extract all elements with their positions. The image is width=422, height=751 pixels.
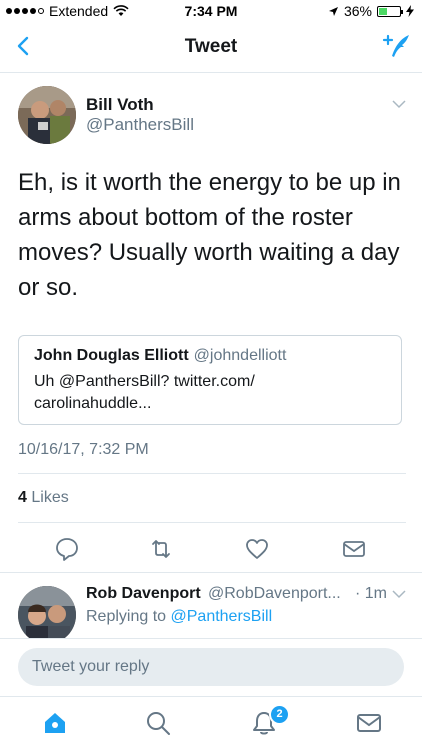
tweet-timestamp: 10/16/17, 7:32 PM xyxy=(18,441,149,458)
battery-icon xyxy=(377,5,403,17)
search-icon[interactable] xyxy=(144,709,172,737)
notifications-badge: 2 xyxy=(269,704,290,725)
retweet-icon[interactable] xyxy=(148,536,174,562)
divider xyxy=(18,473,406,474)
reply-time: · 1m xyxy=(355,585,387,602)
reply-author-avatar[interactable] xyxy=(18,586,76,644)
page-title: Tweet xyxy=(184,36,238,57)
divider xyxy=(18,522,406,523)
author-avatar[interactable] xyxy=(18,86,76,144)
replying-prefix: Replying to xyxy=(86,608,167,625)
likes-count-link[interactable]: 4 Likes xyxy=(18,489,69,507)
chevron-down-icon[interactable] xyxy=(392,589,406,599)
status-right: 36% xyxy=(328,3,414,19)
author-handle[interactable]: @PanthersBill xyxy=(86,115,194,135)
reply-composer xyxy=(0,638,422,697)
envelope-icon[interactable] xyxy=(355,709,383,737)
replying-to: Replying to @PanthersBill xyxy=(86,608,272,626)
author-name[interactable]: Bill Voth xyxy=(86,95,154,115)
replying-to-handle[interactable]: @PanthersBill xyxy=(171,608,273,625)
nav-bar: Tweet xyxy=(0,22,422,73)
location-arrow-icon xyxy=(328,6,338,16)
quoted-text: Uh @PanthersBill? twitter.com/ carolinah… xyxy=(34,373,255,412)
tweet-actions xyxy=(0,536,422,566)
quoted-author-name: John Douglas Elliott xyxy=(34,347,189,364)
chevron-down-icon[interactable] xyxy=(392,99,406,109)
likes-label: Likes xyxy=(31,489,69,506)
tab-bar: 2 xyxy=(0,696,422,751)
reply-author-handle[interactable]: @RobDavenport... xyxy=(208,585,341,603)
envelope-icon[interactable] xyxy=(341,536,367,562)
reply-input[interactable] xyxy=(18,648,404,686)
quoted-author-handle: @johndelliott xyxy=(193,347,287,364)
charging-bolt-icon xyxy=(406,5,414,17)
reply-author-name[interactable]: Rob Davenport xyxy=(86,585,201,603)
battery-percent: 36% xyxy=(343,3,372,19)
tweet-text: Eh, is it worth the energy to be up in a… xyxy=(18,169,401,301)
quoted-tweet[interactable]: John Douglas Elliott @johndelliott Uh @Pa… xyxy=(18,335,402,425)
home-icon[interactable] xyxy=(41,709,69,737)
reply-icon[interactable] xyxy=(54,536,80,562)
status-bar: Extended 7:34 PM 36% xyxy=(0,0,422,22)
heart-icon[interactable] xyxy=(244,536,270,562)
compose-tweet-icon[interactable] xyxy=(382,32,412,60)
likes-number: 4 xyxy=(18,489,27,506)
